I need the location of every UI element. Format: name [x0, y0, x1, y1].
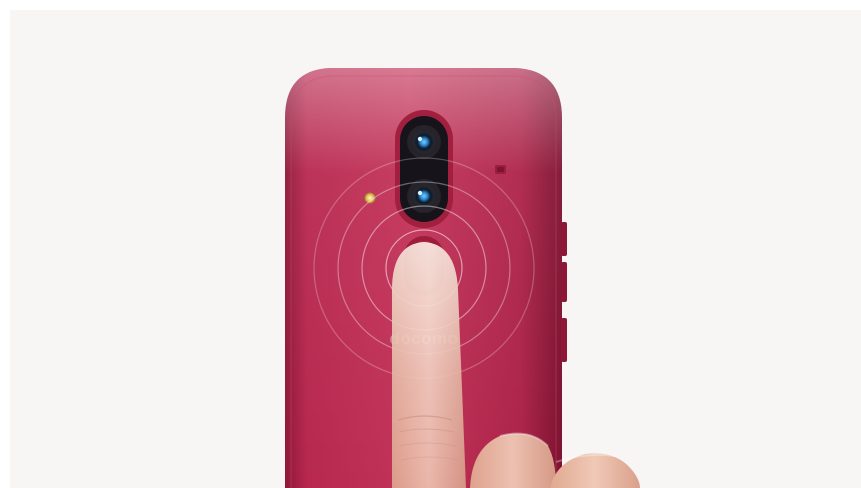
- side-buttons: [561, 222, 567, 362]
- camera-lens-bottom: [407, 179, 441, 213]
- camera-lens-top: [407, 125, 441, 159]
- phone-illustration: docomo: [285, 68, 640, 488]
- photo-frame: docomo: [0, 0, 861, 488]
- index-finger: [392, 242, 466, 488]
- sensor-icon: [495, 165, 506, 174]
- camera-module: [395, 110, 453, 228]
